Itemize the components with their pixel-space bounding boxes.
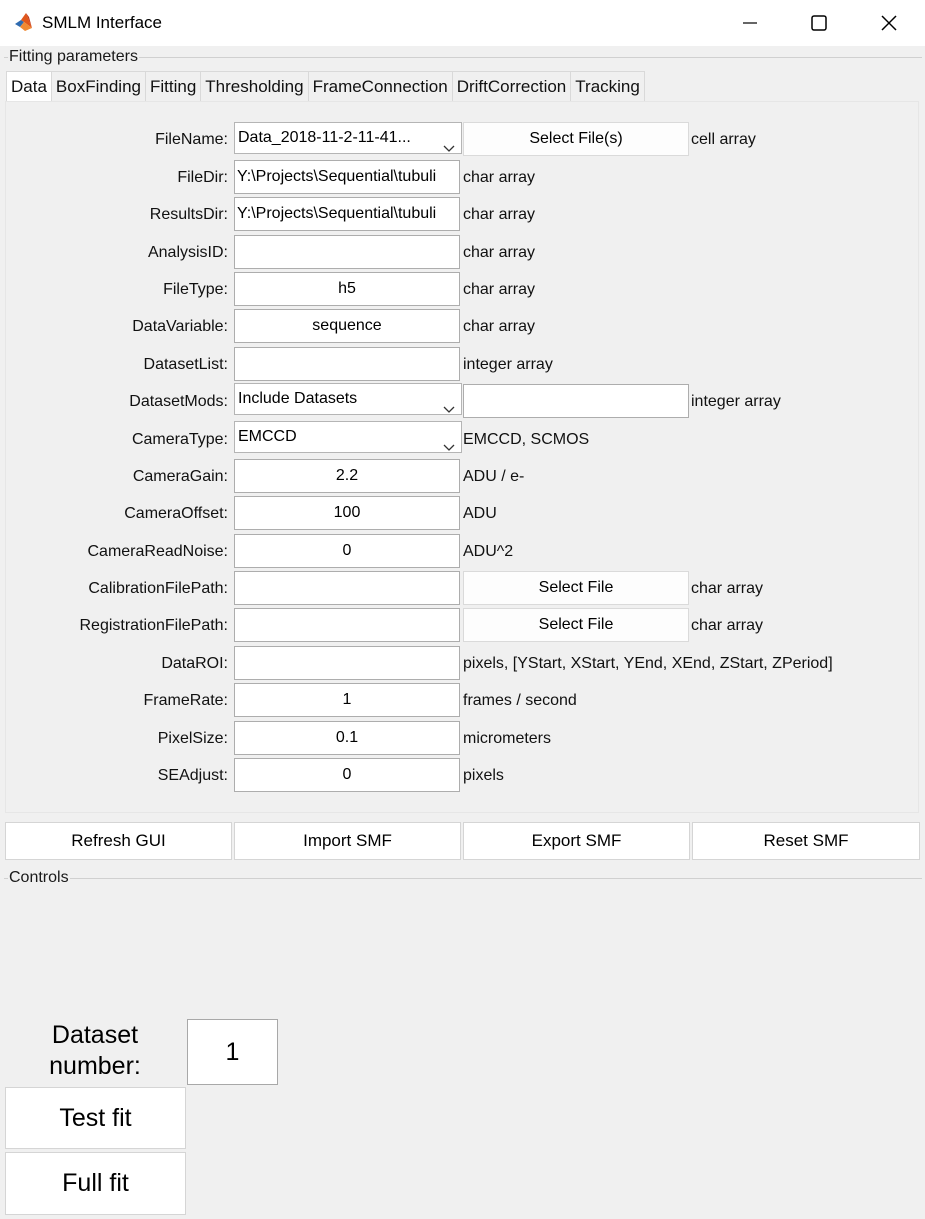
dataset-number-label: Dataset number: [49, 1021, 141, 1080]
filetype-field[interactable]: h5 [234, 272, 460, 306]
filename-dropdown[interactable]: Data_2018-11-2-11-41... [234, 122, 462, 154]
full-fit-button[interactable]: Full fit [5, 1152, 186, 1215]
fitting-panel-border [4, 57, 922, 58]
cameragain-label: CameraGain: [132, 468, 228, 485]
camerareadnoise-type: ADU^2 [463, 543, 514, 560]
analysisid-label: AnalysisID: [147, 244, 228, 261]
tab-frameconnection[interactable]: FrameConnection [307, 71, 453, 101]
tab-driftcorrection[interactable]: DriftCorrection [451, 71, 572, 101]
cameragain-type: ADU / e- [463, 468, 525, 485]
dataset-number-field[interactable]: 1 [187, 1019, 278, 1085]
datasetmods-dropdown[interactable]: Include Datasets [234, 383, 462, 415]
filename-label: FileName: [155, 131, 228, 148]
resultsdir-type: char array [463, 206, 536, 223]
seadjust-label: SEAdjust: [157, 767, 228, 784]
filedir-type: char array [463, 169, 536, 186]
chevron-down-icon [443, 395, 455, 414]
datasetmods-label: DatasetMods: [129, 393, 228, 410]
tab-fitting[interactable]: Fitting [144, 71, 202, 101]
analysisid-field[interactable] [234, 235, 460, 269]
fitting-panel-label: Fitting parameters [8, 48, 139, 66]
dataroi-label: DataROI: [161, 655, 228, 672]
calibrationfilepath-label: CalibrationFilePath: [88, 580, 228, 597]
cameraoffset-field[interactable]: 100 [234, 496, 460, 530]
resultsdir-label: ResultsDir: [149, 206, 228, 223]
datasetlist-type: integer array [463, 356, 553, 373]
cameraoffset-type: ADU [463, 505, 497, 522]
export-smf-button[interactable]: Export SMF [463, 822, 690, 860]
tab-data[interactable]: Data [6, 71, 52, 101]
seadjust-type: pixels [463, 767, 504, 784]
select-calibration-file-button[interactable]: Select File [463, 571, 689, 605]
refresh-gui-button[interactable]: Refresh GUI [5, 822, 232, 860]
framerate-type: frames / second [463, 692, 577, 709]
tab-tracking[interactable]: Tracking [570, 71, 645, 101]
filename-value: Data_2018-11-2-11-41... [238, 129, 411, 146]
datavariable-type: char array [463, 318, 536, 335]
close-button[interactable] [854, 0, 924, 46]
select-files-button[interactable]: Select File(s) [463, 122, 689, 156]
title-bar: SMLM Interface [0, 0, 925, 46]
dataroi-type: pixels, [YStart, XStart, YEnd, XEnd, ZSt… [463, 655, 833, 672]
controls-panel-label: Controls [8, 869, 70, 887]
maximize-icon [811, 15, 827, 31]
tab-boxfinding[interactable]: BoxFinding [50, 71, 146, 101]
filedir-label: FileDir: [177, 169, 228, 186]
pixelsize-type: micrometers [463, 730, 552, 747]
dataroi-field[interactable] [234, 646, 460, 680]
close-icon [881, 15, 897, 31]
seadjust-field[interactable]: 0 [234, 758, 460, 792]
maximize-button[interactable] [784, 0, 854, 46]
camerareadnoise-field[interactable]: 0 [234, 534, 460, 568]
datasetlist-label: DatasetList: [143, 356, 228, 373]
import-smf-button[interactable]: Import SMF [234, 822, 461, 860]
cameraoffset-label: CameraOffset: [124, 505, 228, 522]
datavariable-label: DataVariable: [132, 318, 228, 335]
cameratype-label: CameraType: [131, 431, 228, 448]
tab-thresholding[interactable]: Thresholding [200, 71, 309, 101]
filetype-type: char array [463, 281, 536, 298]
datasetmods-value: Include Datasets [238, 390, 358, 407]
datasetmods-type: integer array [691, 393, 781, 410]
registrationfilepath-label: RegistrationFilePath: [79, 617, 228, 634]
registrationfilepath-field[interactable] [234, 608, 460, 642]
minimize-icon [743, 16, 757, 30]
data-tab-content [5, 101, 919, 813]
framerate-field[interactable]: 1 [234, 683, 460, 717]
controls-panel-border [4, 878, 922, 879]
filename-type: cell array [691, 131, 756, 148]
minimize-button[interactable] [715, 0, 785, 46]
filedir-field[interactable] [234, 160, 460, 194]
cameratype-value: EMCCD [238, 428, 297, 445]
test-fit-button[interactable]: Test fit [5, 1087, 186, 1149]
framerate-label: FrameRate: [143, 692, 228, 709]
cameratype-dropdown[interactable]: EMCCD [234, 421, 462, 453]
pixelsize-label: PixelSize: [157, 730, 228, 747]
calibrationfilepath-type: char array [691, 580, 764, 597]
datasetlist-field[interactable] [234, 347, 460, 381]
cameratype-type: EMCCD, SCMOS [463, 431, 590, 448]
chevron-down-icon [443, 433, 455, 452]
filetype-label: FileType: [163, 281, 228, 298]
registrationfilepath-type: char array [691, 617, 764, 634]
datasetmods-extra-field[interactable] [463, 384, 689, 418]
reset-smf-button[interactable]: Reset SMF [692, 822, 920, 860]
camerareadnoise-label: CameraReadNoise: [87, 543, 228, 560]
window-title: SMLM Interface [42, 13, 162, 32]
select-registration-file-button[interactable]: Select File [463, 608, 689, 642]
chevron-down-icon [443, 134, 455, 153]
analysisid-type: char array [463, 244, 536, 261]
calibrationfilepath-field[interactable] [234, 571, 460, 605]
matlab-icon [13, 11, 35, 33]
datavariable-field[interactable]: sequence [234, 309, 460, 343]
pixelsize-field[interactable]: 0.1 [234, 721, 460, 755]
tab-bar: Data BoxFinding Fitting Thresholding Fra… [6, 71, 645, 101]
cameragain-field[interactable]: 2.2 [234, 459, 460, 493]
resultsdir-field[interactable] [234, 197, 460, 231]
